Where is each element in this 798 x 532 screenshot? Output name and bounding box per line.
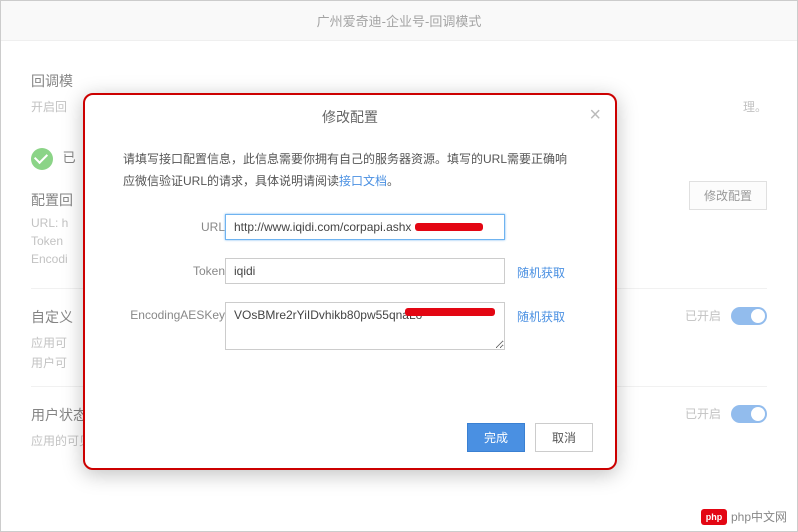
label-aeskey: EncodingAESKey [123, 302, 225, 322]
row-url: URL [123, 214, 577, 240]
row-aeskey: EncodingAESKey 随机获取 [123, 302, 577, 353]
doc-link[interactable]: 接口文档 [339, 174, 387, 188]
redaction-mark [415, 223, 483, 231]
row-token: Token 随机获取 [123, 258, 577, 284]
modal-edit-config: 修改配置 × 请填写接口配置信息，此信息需要你拥有自己的服务器资源。填写的URL… [83, 93, 617, 470]
token-random-link[interactable]: 随机获取 [517, 258, 565, 281]
aeskey-random-link[interactable]: 随机获取 [517, 302, 565, 325]
ok-button[interactable]: 完成 [467, 423, 525, 452]
modal-body: 请填写接口配置信息，此信息需要你拥有自己的服务器资源。填写的URL需要正确响应微… [85, 139, 615, 353]
watermark-logo: php [701, 509, 727, 525]
label-token: Token [123, 258, 225, 278]
label-url: URL [123, 214, 225, 234]
redaction-mark [405, 308, 495, 316]
modal-tip: 请填写接口配置信息，此信息需要你拥有自己的服务器资源。填写的URL需要正确响应微… [123, 149, 577, 192]
modal-footer: 完成 取消 [467, 423, 593, 452]
close-icon[interactable]: × [589, 105, 601, 125]
modal-header: 修改配置 × [85, 95, 615, 139]
watermark-text: php中文网 [731, 508, 787, 525]
cancel-button[interactable]: 取消 [535, 423, 593, 452]
watermark: php php中文网 [701, 508, 787, 525]
token-input[interactable] [225, 258, 505, 284]
modal-title: 修改配置 [322, 109, 378, 125]
